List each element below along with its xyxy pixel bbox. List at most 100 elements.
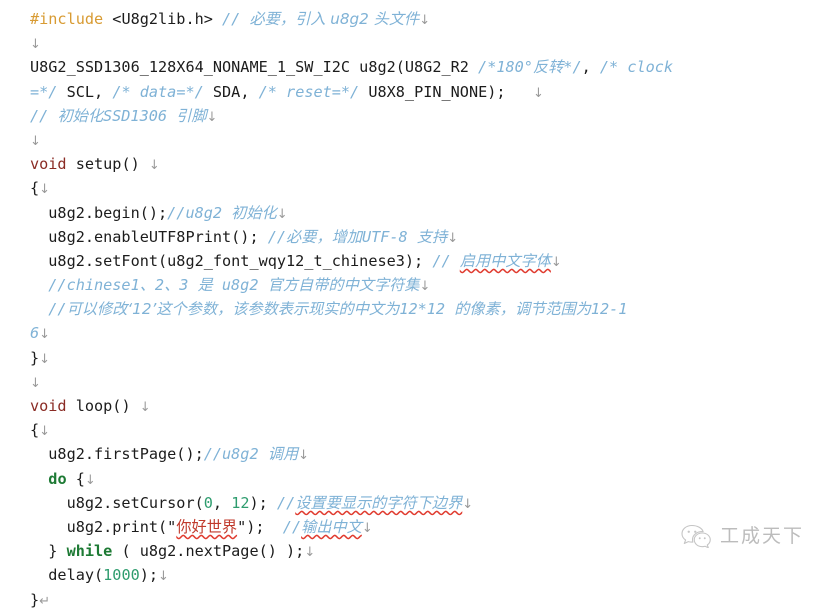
code-token: u8g2.enableUTF8Print(); bbox=[30, 227, 268, 246]
soft-return-mark-icon: ↓ bbox=[39, 424, 51, 440]
code-token: u8g2.setFont(u8g2_font_wqy12_t_chinese3)… bbox=[30, 251, 433, 270]
soft-return-mark-icon: ↓ bbox=[39, 351, 51, 367]
preprocessor-token: #include bbox=[30, 10, 104, 28]
code-line: void setup() ↓ bbox=[0, 152, 828, 176]
soft-return-mark-icon: ↓ bbox=[30, 37, 41, 53]
watermark: 工成天下 bbox=[681, 521, 804, 548]
code-token: U8G2_SSD1306_128X64_NONAME_1_SW_I2C u8g2… bbox=[30, 58, 479, 77]
code-line: ↓ bbox=[0, 370, 828, 394]
number-literal-token: 12 bbox=[231, 493, 250, 512]
comment-token: // bbox=[30, 106, 58, 125]
code-line: u8g2.enableUTF8Print(); //必要，增加UTF-8 支持↓ bbox=[0, 225, 828, 249]
wechat-logo-icon bbox=[681, 524, 711, 548]
code-line: u8g2.setCursor(0, 12); //设置要显示的字符下边界↓ bbox=[0, 491, 828, 515]
comment-token: 3 bbox=[179, 276, 198, 295]
comment-token: /* reset=*/ bbox=[258, 82, 360, 101]
code-line: }↵ bbox=[0, 588, 828, 612]
code-token: , bbox=[581, 58, 600, 77]
comment-token: // bbox=[432, 251, 460, 270]
code-token: setup() bbox=[66, 155, 149, 174]
code-line: ↓ bbox=[0, 128, 828, 152]
comment-token: // bbox=[282, 517, 302, 536]
number-literal-token: 0 bbox=[203, 493, 213, 512]
comment-token: /* clock bbox=[599, 58, 674, 77]
comment-token: SSD1306 bbox=[103, 106, 177, 125]
code-token: SCL, bbox=[57, 82, 113, 101]
soft-return-mark-icon: ↓ bbox=[39, 182, 51, 198]
code-token: loop() bbox=[66, 397, 140, 415]
comment-token: 调用 bbox=[267, 445, 299, 464]
soft-return-mark-icon: ↓ bbox=[419, 279, 431, 295]
code-listing: #include <U8g2lib.h> // 必要，引入 u8g2 头文件↓ ↓… bbox=[0, 0, 828, 612]
comment-token: 的像素，调节范围为 bbox=[454, 300, 591, 319]
soft-return-mark-icon: ↓ bbox=[158, 569, 169, 585]
code-token: } bbox=[30, 590, 40, 609]
soft-return-mark-icon: ↓ bbox=[276, 206, 288, 222]
code-token: ( u8g2.nextPage() ); bbox=[112, 542, 305, 561]
code-token: U8X8_PIN_NONE); bbox=[359, 82, 533, 101]
code-line: u8g2.firstPage();//u8g2 调用↓ bbox=[0, 442, 828, 466]
keyword-token: while bbox=[66, 542, 113, 561]
keyword-token: void bbox=[30, 397, 67, 415]
comment-token: 可以修改‘12’这个参数，该参数表示现实的中文为 bbox=[66, 300, 400, 319]
comment-token: 反转 bbox=[532, 58, 564, 77]
comment-token: 、 bbox=[139, 276, 155, 295]
code-token: ); bbox=[246, 517, 283, 536]
code-token: { bbox=[30, 421, 40, 440]
code-token: delay( bbox=[30, 566, 104, 585]
code-token: } bbox=[30, 542, 67, 561]
comment-token: 、 bbox=[164, 276, 180, 295]
comment-token: 6 bbox=[30, 324, 40, 343]
code-token: u8g2.firstPage(); bbox=[30, 445, 204, 464]
code-line: u8g2.begin();//u8g2 初始化↓ bbox=[0, 201, 828, 225]
soft-return-mark-icon: ↓ bbox=[139, 400, 151, 415]
code-line: do {↓ bbox=[0, 467, 828, 491]
code-token: } bbox=[30, 348, 40, 367]
comment-token: 必要，引入 u8g2 头文件 bbox=[249, 10, 420, 28]
comment-token: 设置要显示的字符下边界 bbox=[295, 493, 463, 512]
comment-token: //chinese1 bbox=[30, 276, 140, 295]
soft-return-mark-icon: ↓ bbox=[462, 496, 474, 512]
comment-token: 12-1 bbox=[590, 300, 628, 319]
code-line: {↓ bbox=[0, 176, 828, 200]
code-line: ↓ bbox=[0, 31, 828, 55]
soft-return-mark-icon: ↓ bbox=[206, 109, 218, 125]
comment-token: =*/ bbox=[30, 82, 58, 101]
code-line: delay(1000);↓ bbox=[0, 563, 828, 587]
code-token: " bbox=[167, 517, 177, 536]
comment-token: 2 bbox=[154, 276, 165, 295]
string-literal-token: 你好世界 bbox=[176, 517, 238, 536]
code-token: u8g2.begin(); bbox=[30, 203, 168, 222]
code-token: u8g2.setCursor( bbox=[30, 493, 204, 512]
code-token: <U8g2lib.h> bbox=[103, 10, 223, 28]
comment-token: //u8g2 bbox=[167, 203, 232, 222]
comment-token: */ bbox=[563, 58, 582, 77]
comment-token: /* data=*/ bbox=[112, 82, 204, 101]
soft-return-mark-icon: ↓ bbox=[550, 254, 562, 270]
code-line: //chinese1、2、3 是 u8g2 官方自带的中文字符集↓ bbox=[0, 273, 828, 297]
soft-return-mark-icon: ↓ bbox=[148, 158, 160, 174]
code-line: void loop() ↓ bbox=[0, 394, 828, 418]
comment-token: // bbox=[30, 300, 67, 319]
code-line: U8G2_SSD1306_128X64_NONAME_1_SW_I2C u8g2… bbox=[0, 55, 828, 79]
code-token: { bbox=[30, 179, 40, 198]
keyword-token: do bbox=[48, 469, 67, 488]
soft-return-mark-icon: ↓ bbox=[304, 545, 316, 561]
soft-return-mark-icon: ↓ bbox=[84, 472, 96, 488]
comment-token: 是 bbox=[197, 276, 213, 295]
comment-token: // bbox=[276, 493, 296, 512]
code-line: }↓ bbox=[0, 346, 828, 370]
number-literal-token: 1000 bbox=[103, 566, 140, 585]
soft-return-mark-icon: ↓ bbox=[419, 13, 431, 28]
keyword-token: void bbox=[30, 155, 67, 174]
comment-token: u8g2 bbox=[212, 276, 268, 295]
comment-token: 12*12 bbox=[399, 300, 455, 319]
code-line: u8g2.setFont(u8g2_font_wqy12_t_chinese3)… bbox=[0, 249, 828, 273]
comment-token: // bbox=[267, 227, 287, 246]
soft-return-mark-icon: ↓ bbox=[532, 85, 544, 101]
code-token: , bbox=[212, 493, 232, 512]
code-line: #include <U8g2lib.h> // 必要，引入 u8g2 头文件↓ bbox=[0, 7, 828, 31]
soft-return-mark-icon: ↓ bbox=[30, 133, 41, 149]
soft-return-mark-icon: ↓ bbox=[298, 448, 310, 464]
